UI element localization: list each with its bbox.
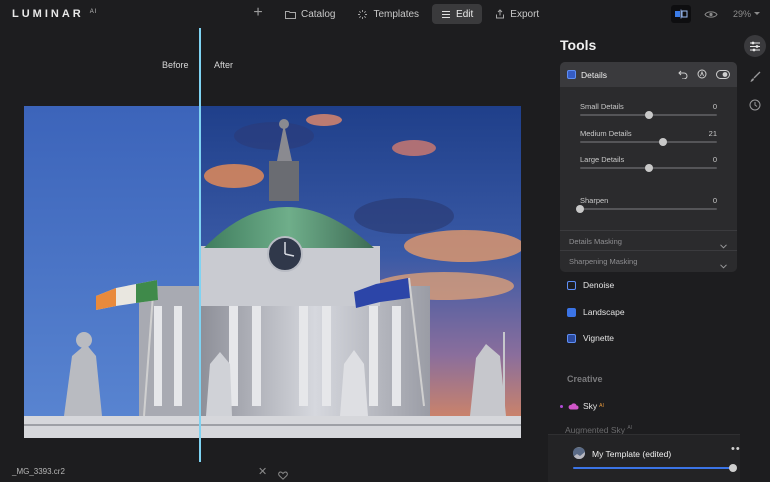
tool-denoise[interactable]: Denoise <box>567 277 614 293</box>
main-nav: + Catalog Templates Edit Export <box>248 4 552 24</box>
sliders-icon <box>442 10 451 18</box>
chevron-down-icon <box>720 256 727 272</box>
split-view-icon <box>674 9 688 19</box>
slider-knob[interactable] <box>644 164 653 172</box>
template-name[interactable]: My Template (edited) <box>592 449 671 459</box>
ai-mask-icon[interactable] <box>697 69 707 79</box>
top-bar: LUMINAR AI + Catalog Templates Edit Expo… <box>0 0 770 28</box>
undo-icon[interactable] <box>678 70 688 79</box>
favorite-icon[interactable] <box>278 467 288 482</box>
nav-edit[interactable]: Edit <box>432 4 483 24</box>
after-label: After <box>214 60 234 70</box>
filmstrip-bar: _MG_3393.cr2 ✕ <box>0 462 548 482</box>
medium-details-slider[interactable]: Medium Details 21 <box>580 129 717 149</box>
export-icon <box>496 9 505 19</box>
reject-icon[interactable]: ✕ <box>258 466 267 478</box>
details-tool-card: Details Small Details 0 Medium Details 2… <box>560 62 737 272</box>
nav-templates[interactable]: Templates <box>348 4 428 24</box>
rail-history-button[interactable] <box>744 94 766 116</box>
tools-panel: Tools Details Small Details 0 Medium Det… <box>548 28 745 482</box>
details-title: Details <box>581 70 607 80</box>
app-logo: LUMINAR AI <box>12 8 98 20</box>
visibility-icon[interactable] <box>716 69 730 79</box>
details-masking-section[interactable]: Details Masking <box>560 230 737 250</box>
sliders-icon <box>750 41 760 51</box>
zoom-select[interactable]: 29% <box>733 9 760 19</box>
details-header[interactable]: Details <box>560 62 737 87</box>
brush-icon <box>750 71 761 82</box>
tools-title: Tools <box>560 37 597 53</box>
cloud-icon <box>568 402 579 409</box>
slider-knob[interactable] <box>644 111 653 119</box>
photo-preview <box>24 106 521 438</box>
eye-icon <box>704 10 718 18</box>
preview-button[interactable] <box>703 6 719 22</box>
large-details-slider[interactable]: Large Details 0 <box>580 155 717 175</box>
tool-sky[interactable]: Sky AI <box>560 399 604 413</box>
side-rail <box>740 28 770 482</box>
file-name: _MG_3393.cr2 <box>12 467 65 476</box>
edited-indicator <box>560 404 563 408</box>
rail-brush-button[interactable] <box>744 66 766 88</box>
image-canvas[interactable]: Before After <box>0 28 548 462</box>
tool-vignette[interactable]: Vignette <box>567 330 614 346</box>
creative-section-title: Creative <box>567 374 603 384</box>
template-bar: My Template (edited) ••• <box>548 434 745 482</box>
slider-knob[interactable] <box>576 205 584 213</box>
sharpen-slider[interactable]: Sharpen 0 <box>576 196 717 216</box>
templates-icon <box>358 9 368 19</box>
before-after-divider[interactable] <box>199 28 201 462</box>
template-thumbnail[interactable] <box>573 447 585 459</box>
sharpening-masking-section[interactable]: Sharpening Masking <box>560 250 737 270</box>
details-actions <box>669 69 730 79</box>
landscape-icon <box>567 307 576 317</box>
vignette-icon <box>567 333 576 343</box>
rail-tools-button[interactable] <box>744 35 766 57</box>
nav-catalog[interactable]: Catalog <box>276 4 344 24</box>
before-label: Before <box>162 60 189 70</box>
template-amount-knob[interactable] <box>728 464 737 472</box>
compare-button[interactable] <box>670 5 691 23</box>
slider-knob[interactable] <box>658 138 667 146</box>
nav-export[interactable]: Export <box>486 4 548 24</box>
tool-landscape[interactable]: Landscape <box>567 304 625 320</box>
add-icon[interactable]: + <box>248 4 268 24</box>
details-toggle[interactable] <box>567 70 576 79</box>
history-icon <box>749 99 761 111</box>
denoise-icon <box>567 280 576 290</box>
view-controls: 29% <box>670 5 760 23</box>
template-amount-slider[interactable] <box>573 467 736 469</box>
folder-icon <box>285 10 296 19</box>
small-details-slider[interactable]: Small Details 0 <box>580 102 717 122</box>
